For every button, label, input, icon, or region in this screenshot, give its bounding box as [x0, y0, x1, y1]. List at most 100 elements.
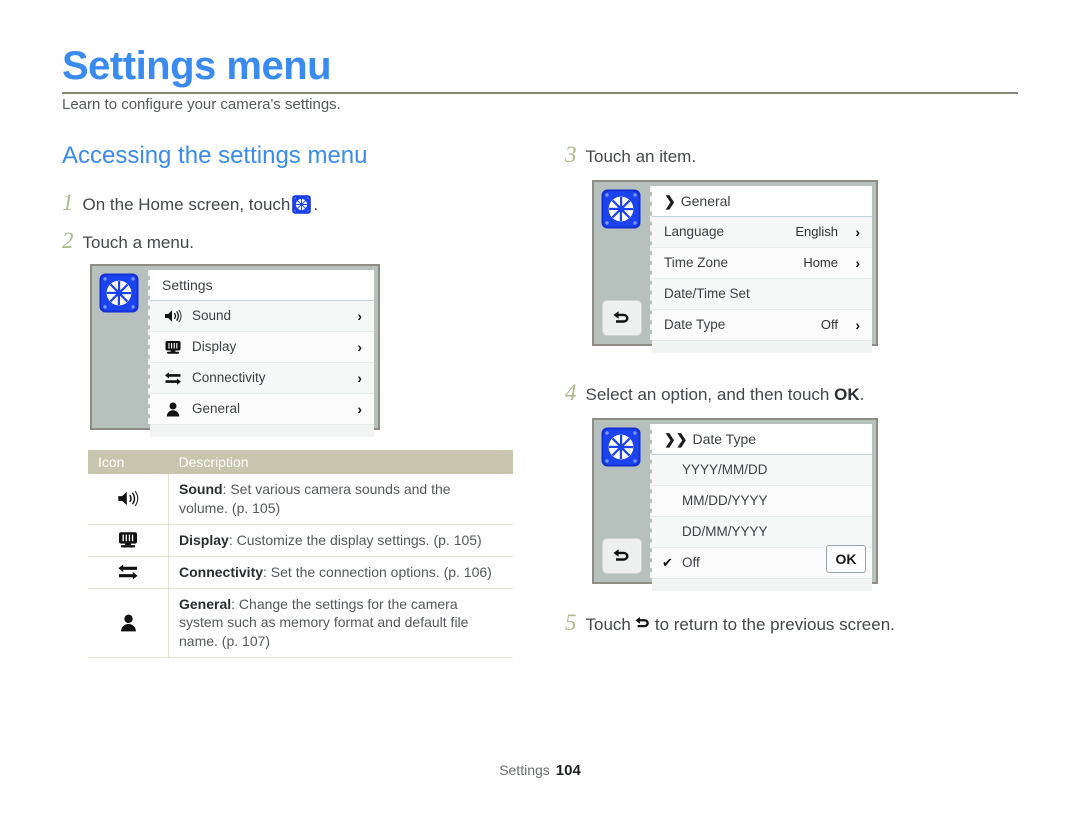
display-icon: [162, 332, 184, 362]
dialog-content: ❯❯ Date Type YYYY/MM/DD MM/DD/YYYY DD/MM/…: [652, 424, 872, 591]
footer-label: Settings: [499, 762, 550, 778]
option-row-mm-dd-yyyy[interactable]: MM/DD/YYYY: [652, 486, 872, 517]
menu-row-label: Language: [664, 224, 725, 239]
menu-row-time-zone[interactable]: Time Zone Home ›: [652, 248, 872, 279]
menu-row-sound[interactable]: Sound ›: [150, 301, 374, 332]
step-5-text-after: to return to the previous screen.: [654, 615, 895, 634]
dialog-bottom-spacer: [150, 425, 374, 437]
menu-row-display[interactable]: Display ›: [150, 332, 374, 363]
speaker-icon: [162, 301, 184, 331]
chevron-right-icon: ›: [855, 224, 860, 240]
table-cell-description: Sound: Set various camera sounds and the…: [168, 474, 513, 525]
menu-row-general[interactable]: General ›: [150, 394, 374, 425]
section-heading: Accessing the settings menu: [62, 142, 368, 169]
back-arrow-icon[interactable]: [602, 538, 642, 574]
chevron-right-icon: ❯: [664, 193, 676, 209]
dialog-bottom-spacer: [652, 341, 872, 353]
option-label: MM/DD/YYYY: [682, 493, 768, 508]
table-term: Connectivity: [179, 563, 264, 580]
dialog-title-bar: ❯❯ Date Type: [652, 424, 872, 455]
chevron-right-icon: ›: [855, 317, 860, 333]
chevron-double-right-icon: ❯❯: [664, 431, 688, 447]
step-5-number: 5: [565, 610, 577, 635]
step-2-number: 2: [62, 228, 74, 253]
table-row: Display: Customize the display settings.…: [88, 524, 513, 557]
chevron-right-icon: ›: [357, 339, 362, 355]
settings-gear-icon[interactable]: [601, 427, 641, 467]
back-arrow-icon: [634, 615, 652, 633]
table-header-row: Icon Description: [88, 450, 513, 474]
table-cell-description: Connectivity: Set the connection options…: [168, 556, 513, 589]
display-icon: [88, 524, 169, 557]
step-3-text: Touch an item.: [585, 147, 697, 166]
page-footer: Settings 104: [0, 762, 1080, 779]
table-desc: : Set the connection options. (p. 106): [263, 563, 492, 580]
step-5-text: Touch: [585, 615, 631, 634]
speaker-icon: [88, 474, 169, 525]
table-term: Display: [179, 531, 229, 548]
dialog-title-bar: ❯ General: [652, 186, 872, 217]
menu-row-label: Date/Time Set: [664, 286, 750, 301]
dialog-title: General: [680, 193, 731, 209]
menu-row-value: English: [795, 224, 838, 239]
settings-dialog[interactable]: Settings Sound › Display › Connectivity …: [90, 264, 380, 437]
dialog-title-bar: Settings: [150, 270, 374, 301]
menu-row-date-type[interactable]: Date Type Off ›: [652, 310, 872, 341]
dialog-title: Settings: [162, 277, 213, 293]
menu-row-label: Connectivity: [192, 370, 266, 385]
connectivity-icon: [88, 556, 169, 589]
option-row-dd-mm-yyyy[interactable]: DD/MM/YYYY: [652, 517, 872, 548]
option-label: YYYY/MM/DD: [682, 462, 768, 477]
step-1-text: On the Home screen, touch: [82, 195, 291, 214]
table-row: Sound: Set various camera sounds and the…: [88, 474, 513, 525]
menu-row-value: Home: [803, 255, 838, 270]
manual-page: Settings menu Learn to configure your ca…: [0, 0, 1080, 815]
step-3: 3 Touch an item.: [565, 142, 696, 168]
table-row: Connectivity: Set the connection options…: [88, 556, 513, 589]
ok-button[interactable]: OK: [826, 545, 866, 573]
date-type-dialog[interactable]: ❯❯ Date Type YYYY/MM/DD MM/DD/YYYY DD/MM/…: [592, 418, 878, 591]
table-desc: : Customize the display settings. (p. 10…: [228, 531, 482, 548]
table-header-icon: Icon: [88, 450, 169, 474]
menu-row-language[interactable]: Language English ›: [652, 217, 872, 248]
option-label: Off: [682, 555, 700, 570]
back-arrow-icon[interactable]: [602, 300, 642, 336]
dialog-bottom-spacer: [652, 579, 872, 591]
menu-row-date-time-set[interactable]: Date/Time Set: [652, 279, 872, 310]
person-icon: [162, 394, 184, 424]
table-cell-description: General: Change the settings for the cam…: [168, 588, 513, 659]
person-icon: [88, 588, 169, 659]
menu-row-connectivity[interactable]: Connectivity ›: [150, 363, 374, 394]
step-1: 1 On the Home screen, touch .: [62, 190, 318, 216]
ok-emphasis: OK: [834, 385, 860, 404]
dialog-title: Date Type: [692, 431, 757, 447]
step-5: 5 Touch to return to the previous screen.: [565, 610, 895, 636]
table-term: General: [179, 595, 232, 612]
chevron-right-icon: ›: [855, 255, 860, 271]
icon-description-table: Icon Description Sound: Set various came…: [88, 450, 513, 659]
title-divider: [62, 92, 1018, 94]
footer-page-number: 104: [555, 762, 581, 779]
step-1-number: 1: [62, 190, 74, 215]
menu-row-label: General: [192, 401, 241, 416]
chevron-right-icon: ›: [357, 401, 362, 417]
chevron-right-icon: ›: [357, 370, 362, 386]
option-row-yyyy-mm-dd[interactable]: YYYY/MM/DD: [652, 455, 872, 486]
settings-gear-icon: [292, 195, 312, 214]
menu-row-label: Sound: [192, 308, 232, 323]
menu-row-label: Date Type: [664, 317, 726, 332]
step-2: 2 Touch a menu.: [62, 228, 194, 254]
connectivity-icon: [162, 363, 184, 393]
check-icon: ✔: [662, 555, 673, 570]
page-title: Settings menu: [62, 44, 332, 88]
table-row: General: Change the settings for the cam…: [88, 588, 513, 659]
step-4: 4 Select an option, and then touch OK.: [565, 380, 864, 406]
general-dialog[interactable]: ❯ General Language English › Time Zone Ho…: [592, 180, 878, 353]
settings-gear-icon[interactable]: [601, 189, 641, 229]
chevron-right-icon: ›: [357, 308, 362, 324]
table-term: Sound: [179, 481, 223, 497]
dialog-content: ❯ General Language English › Time Zone Ho…: [652, 186, 872, 353]
menu-row-value: Off: [820, 317, 838, 332]
step-2-text: Touch a menu.: [82, 233, 195, 252]
settings-gear-icon[interactable]: [99, 273, 139, 313]
